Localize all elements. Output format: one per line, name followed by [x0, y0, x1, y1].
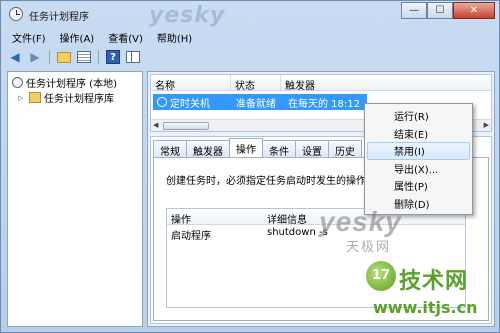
- action-row[interactable]: 启动程序 shutdown -s: [167, 225, 465, 242]
- tree-node-library[interactable]: ▷ 任务计划程序库: [18, 90, 114, 105]
- tree-node-root[interactable]: 任务计划程序 (本地): [12, 75, 117, 90]
- column-trigger[interactable]: 触发器: [281, 75, 491, 92]
- toolbar-separator: [98, 50, 99, 64]
- window-controls: — ☐ ✕: [401, 2, 495, 20]
- menu-view[interactable]: 查看(V): [101, 29, 150, 45]
- context-export[interactable]: 导出(X)...: [367, 160, 470, 178]
- context-properties[interactable]: 属性(P): [367, 177, 470, 195]
- menu-file[interactable]: 文件(F): [5, 29, 53, 45]
- task-row[interactable]: 定时关机 准备就绪 在每天的 18:12: [153, 94, 367, 110]
- task-name: 定时关机: [170, 98, 210, 110]
- maximize-button[interactable]: ☐: [427, 2, 453, 19]
- menu-action[interactable]: 操作(A): [53, 29, 102, 45]
- forward-arrow-icon[interactable]: ▶: [27, 49, 43, 65]
- column-action[interactable]: 操作: [167, 209, 263, 226]
- tab-conditions[interactable]: 条件: [262, 140, 296, 158]
- watermark-brand: 技术网: [399, 269, 469, 294]
- tree-library-label: 任务计划程序库: [44, 94, 114, 105]
- toolbar: ◀ ▶ ?: [7, 47, 141, 67]
- watermark-logo-number: 17: [372, 268, 391, 283]
- scroll-left-icon[interactable]: ◀: [153, 121, 158, 129]
- clock-icon: [12, 77, 23, 88]
- expand-arrow-icon[interactable]: ▷: [18, 94, 26, 102]
- column-status[interactable]: 状态: [231, 75, 281, 92]
- context-disable[interactable]: 禁用(I): [367, 142, 470, 160]
- back-arrow-icon[interactable]: ◀: [7, 49, 23, 65]
- actions-description: 创建任务时，必须指定任务启动时发生的操作。: [166, 176, 376, 187]
- tab-triggers[interactable]: 触发器: [186, 140, 230, 158]
- watermark-top: yesky: [149, 3, 226, 28]
- watermark-yesky-cn: 天极网: [346, 240, 392, 255]
- tab-settings[interactable]: 设置: [295, 140, 329, 158]
- watermark-yesky: yesky: [319, 206, 402, 237]
- up-folder-button[interactable]: [56, 49, 72, 65]
- console-tree-icon: [77, 51, 91, 63]
- close-button[interactable]: ✕: [453, 2, 495, 19]
- menu-help[interactable]: 帮助(H): [150, 29, 199, 45]
- minimize-button[interactable]: —: [401, 2, 427, 19]
- action-pane-icon: [126, 51, 140, 63]
- show-hide-tree-button[interactable]: [76, 49, 92, 65]
- task-clock-icon: [157, 97, 167, 107]
- tree-root-label: 任务计划程序 (本地): [26, 79, 117, 90]
- detail-tabs: 常规 触发器 操作 条件 设置 历史: [153, 138, 362, 158]
- context-run[interactable]: 运行(R): [367, 107, 470, 125]
- task-list-header: 名称 状态 触发器: [151, 75, 491, 92]
- action-type: 启动程序: [171, 231, 211, 242]
- scroll-thumb[interactable]: [163, 122, 209, 130]
- toolbar-separator: [49, 50, 50, 64]
- folder-icon: [29, 92, 41, 103]
- folder-up-icon: [57, 51, 71, 63]
- watermark-logo: 17: [366, 261, 396, 291]
- scroll-right-icon[interactable]: ▶: [484, 121, 489, 129]
- app-window: 任务计划程序 yesky — ☐ ✕ 文件(F) 操作(A) 查看(V) 帮助(…: [0, 0, 500, 333]
- task-status: 准备就绪: [236, 98, 276, 110]
- column-name[interactable]: 名称: [151, 75, 231, 92]
- help-button[interactable]: ?: [105, 49, 121, 65]
- title-bar: 任务计划程序 yesky — ☐ ✕: [1, 1, 499, 28]
- tab-history[interactable]: 历史: [328, 140, 362, 158]
- tab-general[interactable]: 常规: [153, 140, 187, 158]
- window-title: 任务计划程序: [29, 12, 89, 23]
- column-detail[interactable]: 详细信息: [263, 209, 311, 226]
- watermark-url: www.itjs.cn: [373, 298, 478, 317]
- console-tree: 任务计划程序 (本地) ▷ 任务计划程序库: [7, 71, 143, 327]
- help-icon: ?: [106, 50, 120, 64]
- tab-actions[interactable]: 操作: [229, 138, 263, 157]
- task-trigger: 在每天的 18:12: [288, 98, 360, 110]
- context-menu: 运行(R) 结束(E) 禁用(I) 导出(X)... 属性(P) 删除(D): [364, 103, 473, 215]
- context-end[interactable]: 结束(E): [367, 125, 470, 143]
- show-action-pane-button[interactable]: [125, 49, 141, 65]
- menu-bar: 文件(F) 操作(A) 查看(V) 帮助(H): [5, 29, 199, 45]
- clock-app-icon: [9, 7, 23, 21]
